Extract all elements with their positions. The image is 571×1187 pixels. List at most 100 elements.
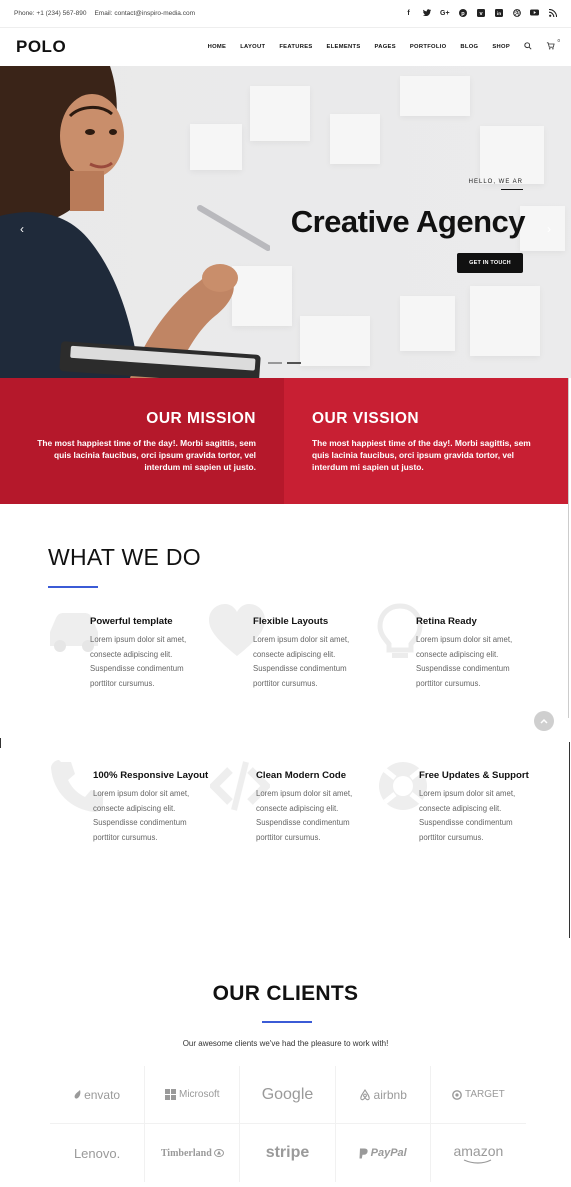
feature-text: Lorem ipsum dolor sit amet, consecte adi… <box>93 789 190 842</box>
bg-tile <box>520 206 565 251</box>
hero-eyebrow: HELLO, WE AR <box>468 179 523 185</box>
client-logo-paypal[interactable]: PayPal <box>336 1124 431 1182</box>
chevron-up-icon <box>540 718 548 724</box>
bg-tile <box>400 296 455 351</box>
client-logo-amazon[interactable]: amazon <box>431 1124 526 1182</box>
nav-blog[interactable]: BLOG <box>460 44 478 50</box>
client-logo-stripe[interactable]: stripe <box>240 1124 336 1182</box>
section-edge <box>568 378 569 718</box>
client-name: envato <box>84 1087 121 1102</box>
hero-woman-image <box>0 66 270 378</box>
section-edge <box>0 738 1 748</box>
client-logo-google[interactable]: Google <box>240 1066 336 1124</box>
mission-title: OUR MISSION <box>146 410 256 427</box>
bg-tile <box>400 76 470 116</box>
mission-text: The most happiest time of the day!. Morb… <box>37 438 256 472</box>
slider-dot-active[interactable] <box>287 362 301 364</box>
feature-card: 100% Responsive Layout Lorem ipsum dolor… <box>51 760 223 845</box>
twitter-icon[interactable] <box>422 9 431 18</box>
youtube-icon[interactable] <box>530 9 539 18</box>
client-name: PayPal <box>370 1147 407 1159</box>
client-logo-lenovo[interactable]: Lenovo. <box>50 1124 146 1182</box>
top-bar: Phone: +1 (234) 567-890 Email: contact@i… <box>0 0 571 28</box>
cart-icon[interactable]: 0 <box>546 38 560 52</box>
feature-title: Free Updates & Support <box>419 770 529 781</box>
feature-title: Flexible Layouts <box>253 616 329 627</box>
clients-title: OUR CLIENTS <box>212 982 359 1005</box>
bg-tile <box>480 126 544 184</box>
nav-portfolio[interactable]: PORTFOLIO <box>410 44 447 50</box>
nav-features[interactable]: FEATURES <box>279 44 312 50</box>
feature-card: Clean Modern Code Lorem ipsum dolor sit … <box>210 761 386 845</box>
client-name: airbnb <box>373 1087 407 1102</box>
amazon-smile-icon <box>464 1158 492 1164</box>
site-logo[interactable]: POLO <box>16 37 66 57</box>
email-text[interactable]: Email: contact@inspiro-media.com <box>94 10 195 17</box>
google-plus-icon[interactable]: G+ <box>440 10 450 17</box>
nav-home[interactable]: HOME <box>208 44 227 50</box>
slider-dot[interactable] <box>268 362 282 364</box>
hero-slider: HELLO, WE AR Creative Agency GET IN TOUC… <box>0 66 571 378</box>
mission-vision-section: OUR MISSION The most happiest time of th… <box>0 378 568 504</box>
vision-text: The most happiest time of the day!. Morb… <box>312 438 531 472</box>
site-header: POLO HOME LAYOUT FEATURES ELEMENTS PAGES… <box>0 28 571 66</box>
feature-card: Free Updates & Support Lorem ipsum dolor… <box>379 762 549 845</box>
bg-tile <box>470 286 540 356</box>
client-name: TARGET <box>464 1089 505 1100</box>
what-we-do-title: WHAT WE DO <box>48 544 201 570</box>
nav-pages[interactable]: PAGES <box>375 44 396 50</box>
feature-title: Retina Ready <box>416 616 477 627</box>
timberland-tree-icon <box>213 1149 224 1157</box>
feature-text: Lorem ipsum dolor sit amet, consecte adi… <box>256 789 353 842</box>
scroll-to-top-button[interactable] <box>534 711 554 731</box>
clients-logo-grid: envato Microsoft Google airbnb TARGET Le… <box>50 1066 526 1182</box>
envato-leaf-icon <box>74 1090 81 1099</box>
feature-title: Clean Modern Code <box>256 770 347 781</box>
pinterest-icon[interactable]: p <box>458 8 467 19</box>
client-name: stripe <box>265 1144 310 1161</box>
feature-text: Lorem ipsum dolor sit amet, consecte adi… <box>253 635 350 688</box>
nav-layout[interactable]: LAYOUT <box>240 44 265 50</box>
hero-title: Creative Agency <box>290 204 526 239</box>
svg-text:in: in <box>496 11 500 17</box>
vision-block: OUR VISSION The most happiest time of th… <box>284 378 568 504</box>
mission-block: OUR MISSION The most happiest time of th… <box>0 378 284 504</box>
svg-text:p: p <box>461 11 465 17</box>
rss-icon[interactable] <box>548 8 557 19</box>
search-icon[interactable] <box>524 42 532 52</box>
get-in-touch-button[interactable]: GET IN TOUCH <box>457 253 523 273</box>
feature-title: Powerful template <box>90 616 173 627</box>
feature-card: Flexible Layouts Lorem ipsum dolor sit a… <box>209 604 383 691</box>
facebook-icon[interactable]: f <box>404 10 413 17</box>
client-logo-timberland[interactable]: Timberland <box>145 1124 241 1182</box>
airbnb-icon <box>359 1088 370 1100</box>
social-links: f G+ p v in <box>404 8 557 19</box>
feature-text: Lorem ipsum dolor sit amet, consecte adi… <box>419 789 516 842</box>
client-name: Google <box>261 1085 314 1103</box>
vision-title: OUR VISSION <box>312 410 420 427</box>
client-name: Lenovo. <box>73 1145 121 1161</box>
linkedin-icon[interactable]: in <box>494 8 503 19</box>
nav-shop[interactable]: SHOP <box>492 44 510 50</box>
title-underline <box>48 586 98 588</box>
cart-count: 0 <box>557 38 560 43</box>
client-logo-airbnb[interactable]: airbnb <box>335 1066 431 1124</box>
target-icon <box>452 1089 462 1100</box>
client-logo-target[interactable]: TARGET <box>430 1066 526 1124</box>
client-name: Timberland <box>160 1147 212 1159</box>
phone-text: Phone: +1 (234) 567-890 <box>14 10 87 17</box>
client-logo-microsoft[interactable]: Microsoft <box>145 1066 241 1124</box>
client-name: amazon <box>453 1142 504 1159</box>
title-underline <box>262 1021 312 1023</box>
clients-subtitle: Our awesome clients we've had the pleasu… <box>182 1039 389 1048</box>
bg-tile <box>300 316 370 366</box>
vimeo-icon[interactable]: v <box>476 8 485 19</box>
client-logo-envato[interactable]: envato <box>50 1066 146 1124</box>
slider-next-icon[interactable]: › <box>547 222 551 236</box>
dribbble-icon[interactable] <box>512 8 521 19</box>
nav-elements[interactable]: ELEMENTS <box>327 44 361 50</box>
microsoft-windows-icon <box>165 1089 176 1100</box>
slider-prev-icon[interactable]: ‹ <box>20 222 24 236</box>
feature-text: Lorem ipsum dolor sit amet, consecte adi… <box>416 635 513 688</box>
feature-card: Retina Ready Lorem ipsum dolor sit amet,… <box>377 603 546 691</box>
